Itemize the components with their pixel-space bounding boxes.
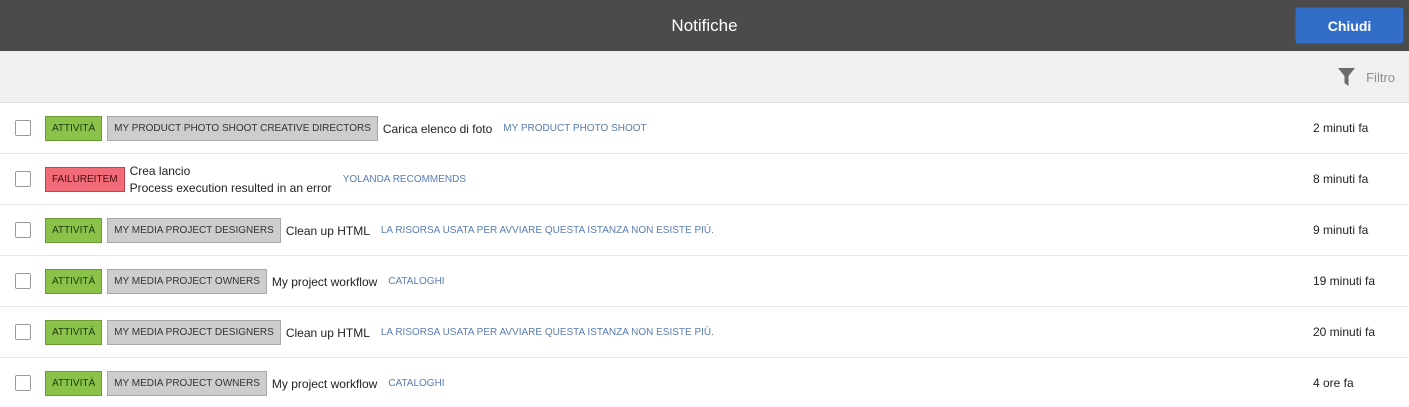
group-tag: MY PRODUCT PHOTO SHOOT CREATIVE DIRECTOR… [107, 116, 378, 141]
filter-label: Filtro [1366, 69, 1395, 85]
group-tag: MY MEDIA PROJECT OWNERS [107, 269, 267, 294]
notification-row[interactable]: ATTIVITÀ MY PRODUCT PHOTO SHOOT CREATIVE… [0, 103, 1409, 154]
notification-row[interactable]: FAILUREITEM Crea lancio Process executio… [0, 154, 1409, 205]
timestamp: 9 minuti fa [1313, 223, 1369, 237]
type-tag: ATTIVITÀ [45, 371, 103, 396]
notification-title: Carica elenco di foto [382, 121, 493, 136]
notification-title: Crea lancio [129, 164, 191, 178]
timestamp: 20 minuti fa [1313, 325, 1376, 339]
row-checkbox[interactable] [15, 222, 31, 238]
project-link[interactable]: CATALOGHI [388, 378, 444, 389]
notification-content: ATTIVITÀ MY MEDIA PROJECT DESIGNERS Clea… [45, 205, 714, 256]
row-checkbox[interactable] [15, 273, 31, 289]
timestamp: 19 minuti fa [1313, 274, 1376, 288]
notification-text: Crea lancio Process execution resulted i… [130, 164, 332, 195]
row-checkbox[interactable] [15, 120, 31, 136]
notification-content: ATTIVITÀ MY PRODUCT PHOTO SHOOT CREATIVE… [45, 103, 647, 154]
close-button[interactable]: Chiudi [1295, 7, 1404, 44]
notification-content: ATTIVITÀ MY MEDIA PROJECT OWNERS My proj… [45, 358, 445, 407]
project-link[interactable]: LA RISORSA USATA PER AVVIARE QUESTA ISTA… [381, 327, 714, 338]
notification-row[interactable]: ATTIVITÀ MY MEDIA PROJECT DESIGNERS Clea… [0, 205, 1409, 256]
type-tag: ATTIVITÀ [45, 269, 103, 294]
notification-row[interactable]: ATTIVITÀ MY MEDIA PROJECT DESIGNERS Clea… [0, 307, 1409, 358]
toolbar: Filtro [0, 51, 1409, 103]
notification-content: ATTIVITÀ MY MEDIA PROJECT OWNERS My proj… [45, 256, 445, 307]
project-link[interactable]: YOLANDA RECOMMENDS [343, 174, 466, 185]
group-tag: MY MEDIA PROJECT DESIGNERS [107, 218, 281, 243]
row-checkbox[interactable] [15, 171, 31, 187]
notification-content: FAILUREITEM Crea lancio Process executio… [45, 154, 466, 205]
type-tag: ATTIVITÀ [45, 116, 103, 141]
notification-title: My project workflow [271, 274, 378, 289]
type-tag: ATTIVITÀ [45, 218, 103, 243]
header-bar: Notifiche Chiudi [0, 0, 1409, 51]
type-tag: FAILUREITEM [45, 167, 125, 192]
notification-row[interactable]: ATTIVITÀ MY MEDIA PROJECT OWNERS My proj… [0, 256, 1409, 307]
project-link[interactable]: MY PRODUCT PHOTO SHOOT [503, 123, 646, 134]
timestamp: 2 minuti fa [1313, 121, 1369, 135]
page-title: Notifiche [671, 16, 738, 35]
group-tag: MY MEDIA PROJECT OWNERS [107, 371, 267, 396]
group-tag: MY MEDIA PROJECT DESIGNERS [107, 320, 281, 345]
project-link[interactable]: CATALOGHI [388, 276, 444, 287]
row-checkbox[interactable] [15, 375, 31, 391]
notification-content: ATTIVITÀ MY MEDIA PROJECT DESIGNERS Clea… [45, 307, 714, 358]
notification-title: Clean up HTML [285, 325, 370, 340]
notification-detail: Process execution resulted in an error [129, 181, 332, 195]
notification-title: Clean up HTML [285, 223, 370, 238]
type-tag: ATTIVITÀ [45, 320, 103, 345]
project-link[interactable]: LA RISORSA USATA PER AVVIARE QUESTA ISTA… [381, 225, 714, 236]
timestamp: 4 ore fa [1313, 376, 1354, 390]
notification-list: ATTIVITÀ MY PRODUCT PHOTO SHOOT CREATIVE… [0, 103, 1409, 407]
filter-button[interactable]: Filtro [1338, 67, 1395, 87]
row-checkbox[interactable] [15, 324, 31, 340]
notification-title: My project workflow [271, 376, 378, 391]
notification-row[interactable]: ATTIVITÀ MY MEDIA PROJECT OWNERS My proj… [0, 358, 1409, 407]
funnel-icon [1338, 68, 1356, 86]
timestamp: 8 minuti fa [1313, 172, 1369, 186]
